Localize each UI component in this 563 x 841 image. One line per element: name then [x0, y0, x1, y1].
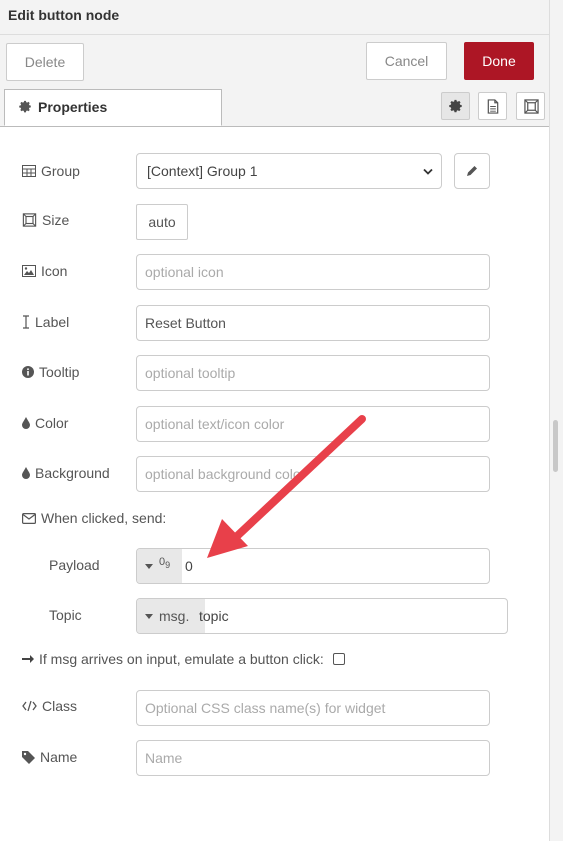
scrollbar[interactable] [549, 0, 563, 841]
class-input-placeholder: Optional CSS class name(s) for widget [145, 700, 386, 716]
tag-icon [22, 750, 35, 764]
envelope-icon [22, 512, 36, 524]
tray-toolbar: Delete Cancel Done [0, 35, 549, 89]
gear-icon [19, 100, 32, 116]
payload-type-select[interactable]: 09 [137, 549, 182, 583]
gear-icon [449, 99, 462, 113]
icon-input-placeholder: optional icon [145, 264, 224, 280]
size-label: Size [22, 212, 69, 228]
background-label-text: Background [35, 465, 110, 481]
background-input[interactable]: optional background color [136, 456, 490, 492]
tray-header: Edit button node [0, 0, 549, 35]
topic-value: topic [199, 608, 229, 624]
when-clicked-label: When clicked, send: [22, 510, 166, 526]
label-input-value: Reset Button [145, 315, 226, 331]
group-label: Group [22, 163, 80, 179]
delete-button[interactable]: Delete [6, 43, 84, 81]
tooltip-input[interactable]: optional tooltip [136, 355, 490, 391]
tabs-bar: Properties [0, 89, 549, 127]
label-label-text: Label [35, 314, 70, 330]
icon-label: Icon [22, 263, 67, 279]
class-label: Class [22, 698, 77, 714]
tab-properties[interactable]: Properties [4, 89, 222, 126]
name-input[interactable]: Name [136, 740, 490, 776]
tab-settings[interactable] [441, 92, 470, 120]
label-label: Label [22, 314, 69, 330]
topic-type-label: msg. [159, 608, 190, 624]
cancel-button[interactable]: Cancel [366, 42, 447, 80]
group-label-text: Group [41, 163, 80, 179]
edit-group-button[interactable] [454, 153, 490, 189]
tab-properties-label: Properties [38, 99, 108, 115]
class-label-text: Class [42, 698, 78, 714]
group-select-value: [Context] Group 1 [147, 163, 258, 179]
when-clicked-label-text: When clicked, send: [41, 510, 167, 526]
number-type-icon: 09 [159, 556, 170, 570]
emulate-label-text: If msg arrives on input, emulate a butto… [39, 651, 324, 667]
caret-down-icon [145, 613, 153, 619]
topic-label-text: Topic [49, 607, 82, 623]
topic-input[interactable]: msg. topic [136, 598, 508, 634]
color-label-text: Color [35, 415, 69, 431]
topic-label: Topic [49, 607, 82, 623]
drop-icon [22, 417, 30, 429]
name-label-text: Name [40, 749, 78, 765]
code-icon [22, 700, 37, 712]
background-input-placeholder: optional background color [145, 466, 306, 482]
topic-type-select[interactable]: msg. [137, 599, 205, 633]
icon-input[interactable]: optional icon [136, 254, 490, 290]
arrow-right-icon [22, 655, 34, 663]
tooltip-label: Tooltip [22, 364, 79, 380]
size-button[interactable]: auto [136, 204, 188, 240]
appearance-icon [524, 99, 539, 114]
done-button[interactable]: Done [464, 42, 534, 80]
info-icon [22, 366, 34, 378]
size-icon [22, 213, 37, 227]
name-input-placeholder: Name [145, 750, 183, 766]
drop-icon [22, 467, 30, 479]
pencil-icon [467, 166, 477, 176]
color-input[interactable]: optional text/icon color [136, 406, 490, 442]
emulate-checkbox[interactable] [332, 653, 345, 665]
description-icon [487, 99, 499, 114]
tooltip-input-placeholder: optional tooltip [145, 365, 236, 381]
tooltip-label-text: Tooltip [39, 364, 80, 380]
payload-value: 0 [185, 558, 193, 574]
color-label: Color [22, 415, 68, 431]
payload-label: Payload [49, 557, 100, 573]
payload-type-sub: 9 [165, 560, 171, 571]
group-select[interactable]: [Context] Group 1 [136, 153, 442, 189]
color-input-placeholder: optional text/icon color [145, 416, 285, 432]
table-icon [22, 165, 36, 177]
size-label-text: Size [42, 212, 70, 228]
payload-label-text: Payload [49, 557, 100, 573]
tab-appearance[interactable] [516, 92, 545, 120]
label-input[interactable]: Reset Button [136, 305, 490, 341]
tab-description[interactable] [478, 92, 507, 120]
icon-label-text: Icon [41, 263, 68, 279]
emulate-label: If msg arrives on input, emulate a butto… [22, 651, 345, 667]
text-cursor-icon [23, 315, 29, 329]
image-icon [22, 265, 36, 277]
scrollbar-thumb[interactable] [553, 420, 558, 472]
payload-input[interactable]: 09 0 [136, 548, 490, 584]
class-input[interactable]: Optional CSS class name(s) for widget [136, 690, 490, 726]
name-label: Name [22, 749, 77, 765]
background-label: Background [22, 465, 110, 481]
tray-title: Edit button node [8, 7, 120, 23]
caret-down-icon [145, 563, 153, 569]
chevron-down-icon [423, 154, 433, 188]
